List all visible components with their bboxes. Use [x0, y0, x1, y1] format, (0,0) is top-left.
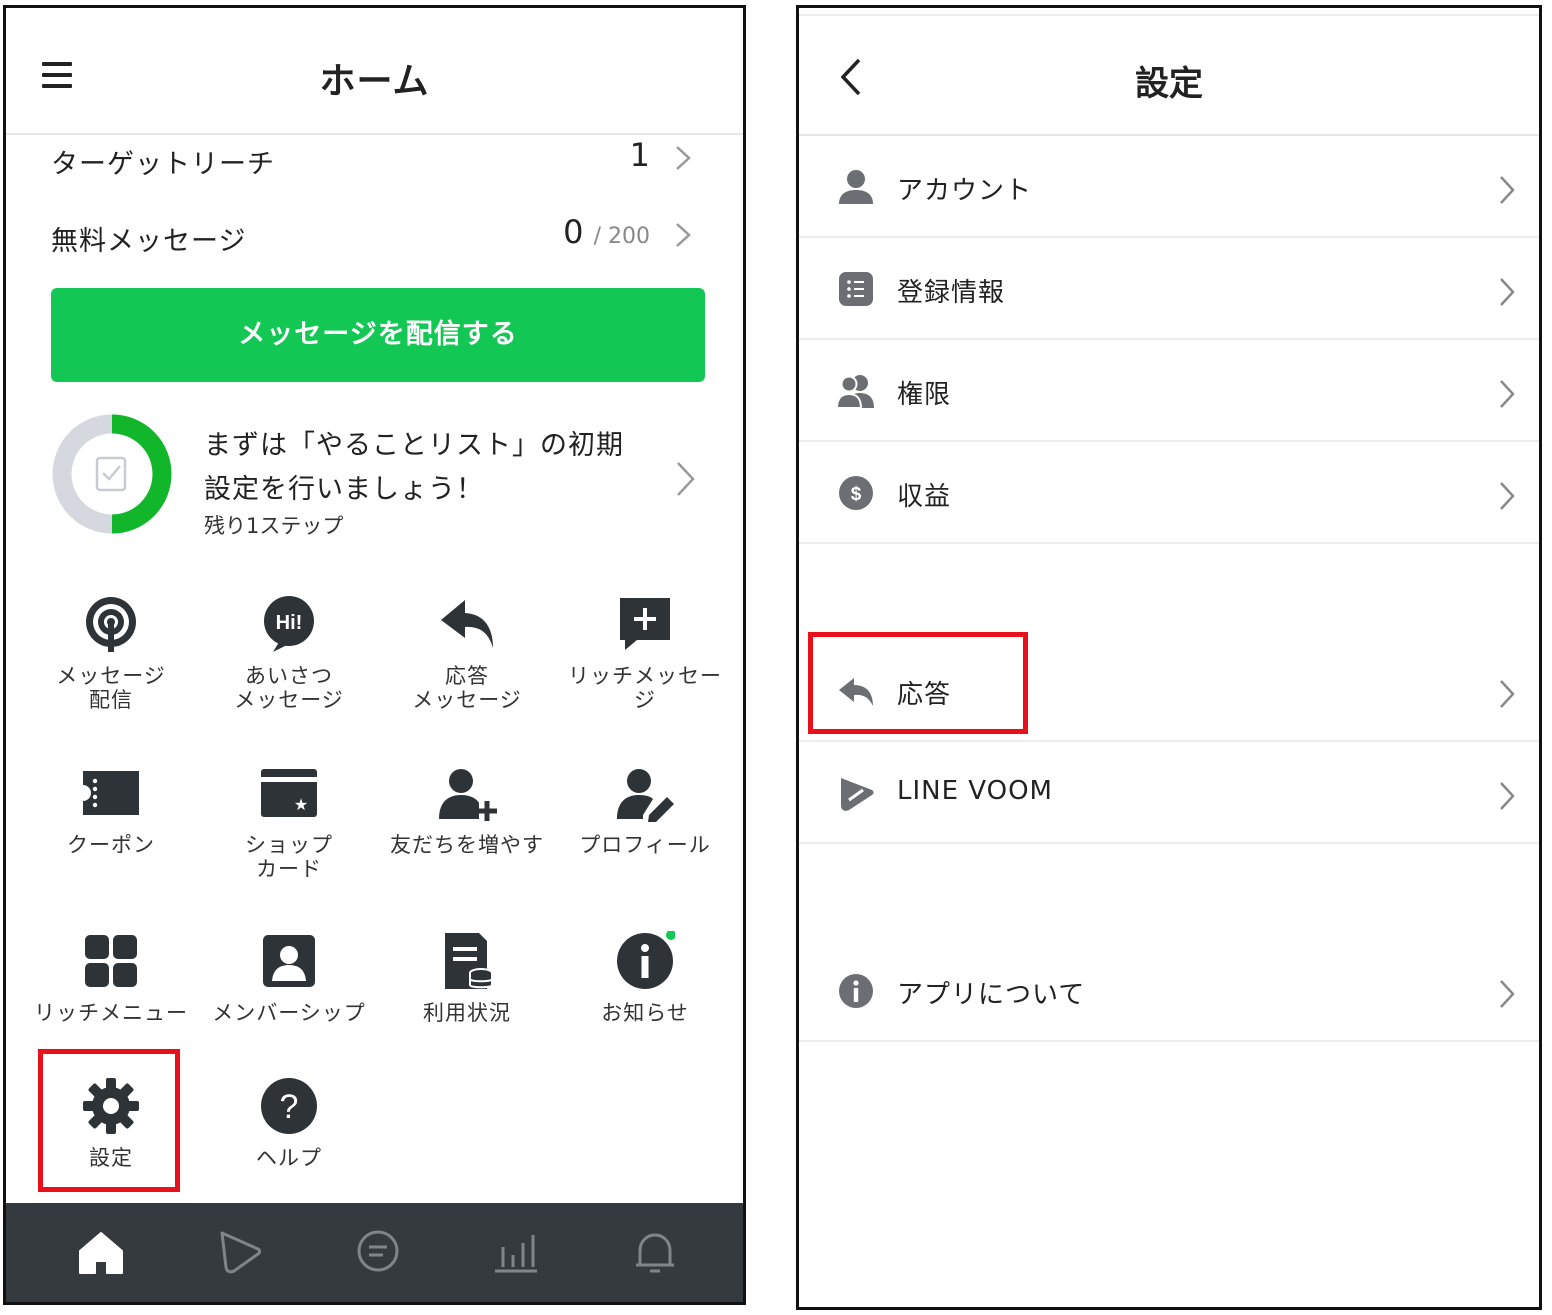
chevron-right-icon	[1500, 680, 1515, 708]
menu-item-line-voom[interactable]: LINE VOOM	[799, 744, 1539, 844]
home-header: ホーム	[6, 8, 743, 135]
rich-message-icon	[620, 598, 670, 650]
list-icon	[839, 272, 873, 306]
svg-text:$: $	[851, 484, 862, 505]
tile-add-friends[interactable]: 友だちを増やす	[377, 763, 557, 913]
home-screen: ホーム ターゲットリーチ 1 無料メッセージ 0 / 200 メッセージを配信す…	[3, 5, 746, 1305]
tile-label: ヘルプ	[256, 1146, 322, 1170]
chat-icon[interactable]	[353, 1227, 403, 1277]
menu-item-about-app[interactable]: アプリについて	[799, 942, 1539, 1042]
free-message-label: 無料メッセージ	[51, 226, 247, 257]
tile-label: メッセージ 配信	[56, 664, 166, 712]
menu-item-registration[interactable]: 登録情報	[799, 240, 1539, 340]
rich-menu-icon	[85, 935, 137, 987]
tile-label: リッチメッセー ジ	[568, 664, 722, 712]
voom-icon[interactable]	[214, 1227, 264, 1277]
tile-notice[interactable]: お知らせ	[555, 931, 735, 1081]
highlight-box-settings	[38, 1049, 180, 1192]
chevron-right-icon	[677, 462, 695, 496]
bottom-tab-bar	[6, 1203, 743, 1302]
tile-membership[interactable]: メンバーシップ	[199, 931, 379, 1081]
coupon-icon	[83, 771, 139, 815]
tile-label: リッチメニュー	[34, 1001, 188, 1025]
menu-item-label: アカウント	[897, 176, 1033, 206]
chevron-right-icon	[1500, 176, 1515, 204]
menu-item-revenue[interactable]: $ 収益	[799, 444, 1539, 544]
membership-icon	[263, 935, 315, 987]
checklist-icon	[95, 456, 127, 492]
chevron-right-icon	[676, 223, 691, 247]
home-icon[interactable]	[76, 1227, 126, 1277]
reply-arrow-icon	[441, 600, 493, 648]
tile-usage[interactable]: 利用状況	[377, 931, 557, 1081]
tile-label: ショップ カード	[245, 833, 333, 881]
chevron-right-icon	[1500, 980, 1515, 1008]
help-icon: ?	[261, 1078, 317, 1134]
menu-item-account[interactable]: アカウント	[799, 138, 1539, 238]
info-notice-icon	[617, 931, 675, 989]
voom-icon	[841, 778, 874, 811]
tile-label: 利用状況	[423, 1001, 511, 1025]
tile-rich-message[interactable]: リッチメッセー ジ	[555, 594, 735, 744]
broadcast-icon	[86, 597, 136, 652]
account-icon	[839, 170, 873, 204]
tile-reply-message[interactable]: 応答 メッセージ	[377, 594, 557, 744]
chevron-right-icon	[676, 146, 691, 170]
todo-list-card[interactable]: まずは「やることリスト」の初期 設定を行いましょう！ 残り1ステップ	[51, 413, 705, 543]
tile-label: プロフィール	[579, 833, 711, 857]
settings-header: 設定	[799, 8, 1539, 136]
chevron-right-icon	[1500, 782, 1515, 810]
tile-label: 応答 メッセージ	[412, 664, 522, 712]
chevron-right-icon	[1500, 278, 1515, 306]
free-message-row[interactable]: 無料メッセージ 0 / 200	[51, 213, 698, 263]
tile-label: メンバーシップ	[212, 1001, 366, 1025]
svg-text:?: ?	[280, 1088, 299, 1126]
page-title: 設定	[1135, 64, 1203, 104]
usage-icon	[445, 933, 493, 989]
menu-item-label: 収益	[897, 482, 952, 512]
free-message-value: 0 / 200	[563, 213, 650, 251]
todo-line1: まずは「やることリスト」の初期	[204, 430, 624, 461]
todo-line2: 設定を行いましょう！	[204, 474, 484, 505]
add-friend-icon	[439, 769, 497, 821]
progress-ring	[52, 414, 172, 534]
svg-text:★: ★	[294, 795, 308, 814]
send-message-button[interactable]: メッセージを配信する	[51, 288, 705, 382]
greeting-bubble-icon: Hi!	[264, 596, 314, 652]
menu-item-label: 権限	[897, 380, 952, 410]
target-reach-value: 1	[629, 136, 650, 174]
menu-item-label: アプリについて	[897, 980, 1086, 1010]
info-icon	[839, 974, 873, 1008]
tile-profile[interactable]: プロフィール	[555, 763, 735, 913]
target-reach-label: ターゲットリーチ	[51, 149, 275, 180]
tile-label: 友だちを増やす	[390, 833, 544, 857]
shop-card-icon: ★	[261, 769, 317, 817]
tile-shop-card[interactable]: ★ ショップ カード	[199, 763, 379, 913]
menu-item-label: LINE VOOM	[897, 776, 1053, 806]
profile-edit-icon	[617, 769, 674, 822]
todo-steps: 残り1ステップ	[204, 514, 344, 538]
settings-screen: 設定 アカウント 登録情報 権限 $ 収益 応答 LINE VOOM アプリにつ…	[796, 5, 1542, 1310]
tile-message-broadcast[interactable]: メッセージ 配信	[21, 594, 201, 744]
svg-text:Hi!: Hi!	[276, 612, 303, 634]
target-reach-row[interactable]: ターゲットリーチ 1	[51, 136, 698, 186]
tile-coupon[interactable]: クーポン	[21, 763, 201, 913]
analytics-icon[interactable]	[491, 1227, 541, 1277]
tile-label: あいさつ メッセージ	[234, 664, 344, 712]
tile-label: お知らせ	[601, 1001, 689, 1025]
dollar-icon: $	[839, 476, 873, 510]
notification-dot	[666, 931, 675, 940]
page-title: ホーム	[319, 61, 430, 102]
chevron-right-icon	[1500, 482, 1515, 510]
tile-greeting-message[interactable]: Hi! あいさつ メッセージ	[199, 594, 379, 744]
menu-item-permissions[interactable]: 権限	[799, 342, 1539, 442]
bell-icon[interactable]	[630, 1227, 680, 1277]
tile-label: クーポン	[67, 833, 155, 857]
users-icon	[837, 375, 874, 409]
menu-item-label: 登録情報	[897, 278, 1006, 308]
highlight-box-reply	[808, 632, 1028, 734]
chevron-right-icon	[1500, 380, 1515, 408]
